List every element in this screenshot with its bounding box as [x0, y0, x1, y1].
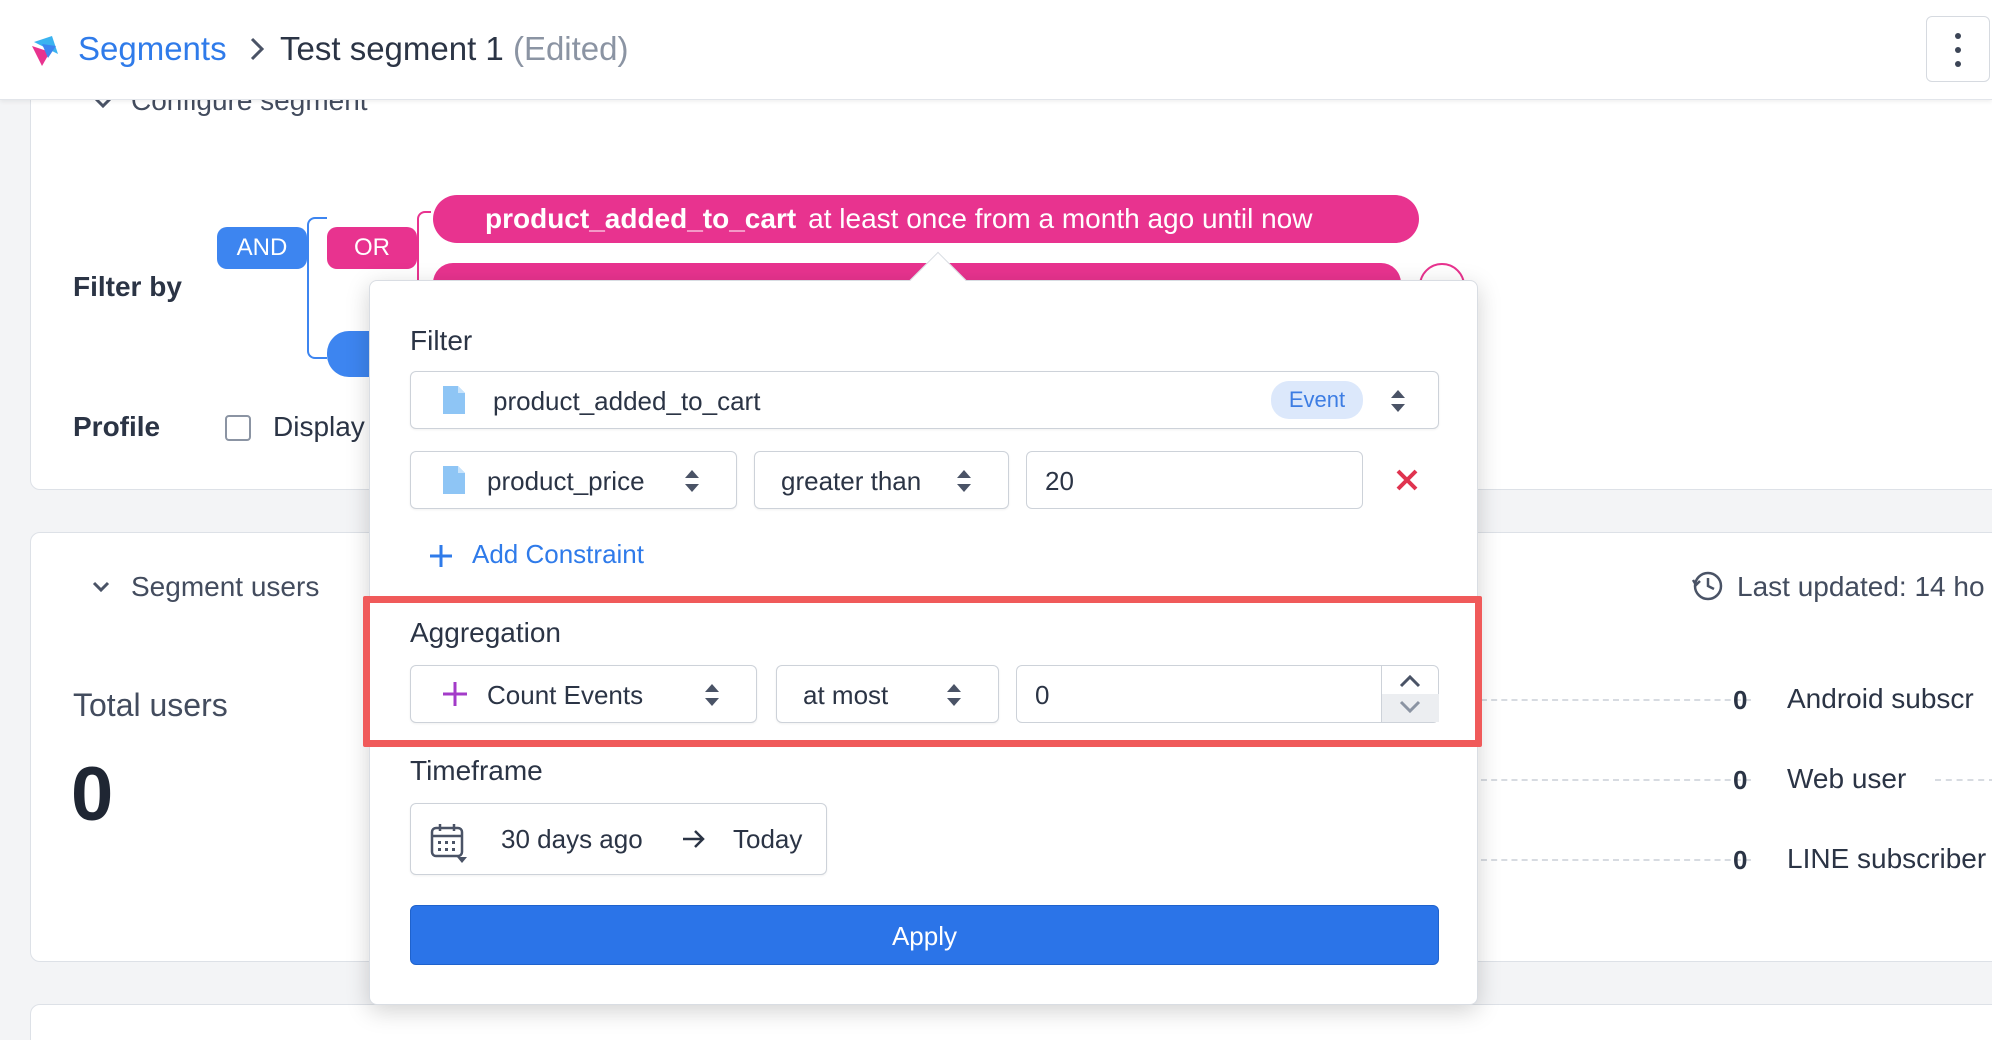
line-count: 0: [1733, 845, 1748, 875]
android-label: Android subscr: [1787, 683, 1974, 714]
chip-event-name: product_added_to_cart: [485, 203, 797, 234]
kebab-dot: [1955, 33, 1961, 39]
operator-value: greater than: [781, 466, 922, 496]
arrow-right-icon: [683, 830, 705, 848]
calendar-icon: [430, 824, 467, 863]
filter-section-label: Filter: [410, 325, 473, 356]
aggregation-value: 0: [1035, 680, 1050, 710]
row-divider: [1481, 779, 1751, 781]
event-type-badge: Event: [1271, 381, 1363, 419]
document-icon: [443, 466, 465, 494]
kebab-dot: [1955, 61, 1961, 67]
segment-users-title: Segment users: [131, 571, 320, 602]
and-bracket: [307, 217, 327, 359]
last-updated-text: Last updated: 14 ho: [1737, 571, 1985, 602]
property-name: product_price: [487, 466, 645, 496]
app-logo-icon: [32, 36, 58, 66]
stepper-down-icon[interactable]: [1393, 696, 1427, 718]
segment-name: Test segment 1: [280, 30, 504, 67]
row-divider: [1935, 779, 1992, 781]
total-users-value: 0: [71, 752, 114, 837]
chevron-down-icon[interactable]: [89, 577, 113, 597]
row-divider: [1481, 859, 1751, 861]
constraint-value-input[interactable]: 20: [1026, 451, 1363, 509]
document-icon: [443, 386, 465, 414]
sort-arrows-icon: [1391, 390, 1405, 412]
aggregation-function-value: Count Events: [487, 680, 644, 710]
stepper-up-icon[interactable]: [1393, 670, 1427, 692]
row-divider: [1481, 699, 1751, 701]
timeframe-start: 30 days ago: [501, 824, 643, 854]
filter-by-label: Filter by: [73, 271, 182, 302]
page-title: Test segment 1 (Edited): [280, 30, 629, 68]
next-section-card: [30, 1004, 1992, 1040]
chevron-right-icon: [250, 37, 265, 61]
plus-icon: [443, 682, 467, 706]
kebab-dot: [1955, 47, 1961, 53]
breadcrumb-segments-link[interactable]: Segments: [78, 30, 227, 68]
sort-arrows-icon: [957, 470, 971, 492]
chip-event-description: at least once from a month ago until now: [808, 203, 1313, 234]
sort-arrows-icon: [947, 684, 961, 706]
add-constraint-link[interactable]: Add Constraint: [472, 539, 644, 570]
line-label: LINE subscriber: [1787, 843, 1987, 874]
display-checkbox[interactable]: [225, 415, 251, 441]
more-options-button[interactable]: [1926, 16, 1990, 82]
aggregation-value-stepper[interactable]: 0: [1016, 665, 1439, 723]
web-label: Web user: [1787, 763, 1907, 794]
edited-indicator: (Edited): [512, 30, 629, 67]
history-clock-icon: [1691, 571, 1723, 601]
android-count: 0: [1733, 685, 1748, 715]
aggregation-operator-value: at most: [803, 680, 889, 710]
sort-arrows-icon: [685, 470, 699, 492]
top-header: Segments Test segment 1 (Edited): [0, 0, 1992, 100]
timeframe-picker[interactable]: 30 days ago Today: [410, 803, 827, 875]
display-label: Display: [273, 411, 365, 442]
and-operator-pill[interactable]: AND: [217, 227, 307, 269]
aggregation-function-select[interactable]: Count Events: [410, 665, 757, 723]
or-operator-pill[interactable]: OR: [327, 227, 417, 269]
event-select[interactable]: product_added_to_cart Event: [410, 371, 1439, 429]
timeframe-section-label: Timeframe: [410, 755, 543, 786]
apply-button[interactable]: Apply: [410, 905, 1439, 965]
plus-icon[interactable]: [428, 543, 454, 569]
selected-event-name: product_added_to_cart: [493, 386, 761, 416]
timeframe-end: Today: [733, 824, 803, 854]
constraint-value: 20: [1045, 466, 1074, 496]
operator-select[interactable]: greater than: [754, 451, 1009, 509]
remove-constraint-close-icon[interactable]: [1394, 467, 1420, 493]
aggregation-section-label: Aggregation: [410, 617, 562, 648]
profile-label: Profile: [73, 411, 161, 442]
web-count: 0: [1733, 765, 1748, 795]
aggregation-operator-select[interactable]: at most: [776, 665, 999, 723]
property-select[interactable]: product_price: [410, 451, 737, 509]
event-filter-chip[interactable]: product_added_to_cart at least once from …: [433, 195, 1419, 243]
sort-arrows-icon: [705, 684, 719, 706]
total-users-label: Total users: [73, 687, 228, 723]
filter-editor-popover: Filter product_added_to_cart Event produ…: [369, 280, 1478, 1005]
